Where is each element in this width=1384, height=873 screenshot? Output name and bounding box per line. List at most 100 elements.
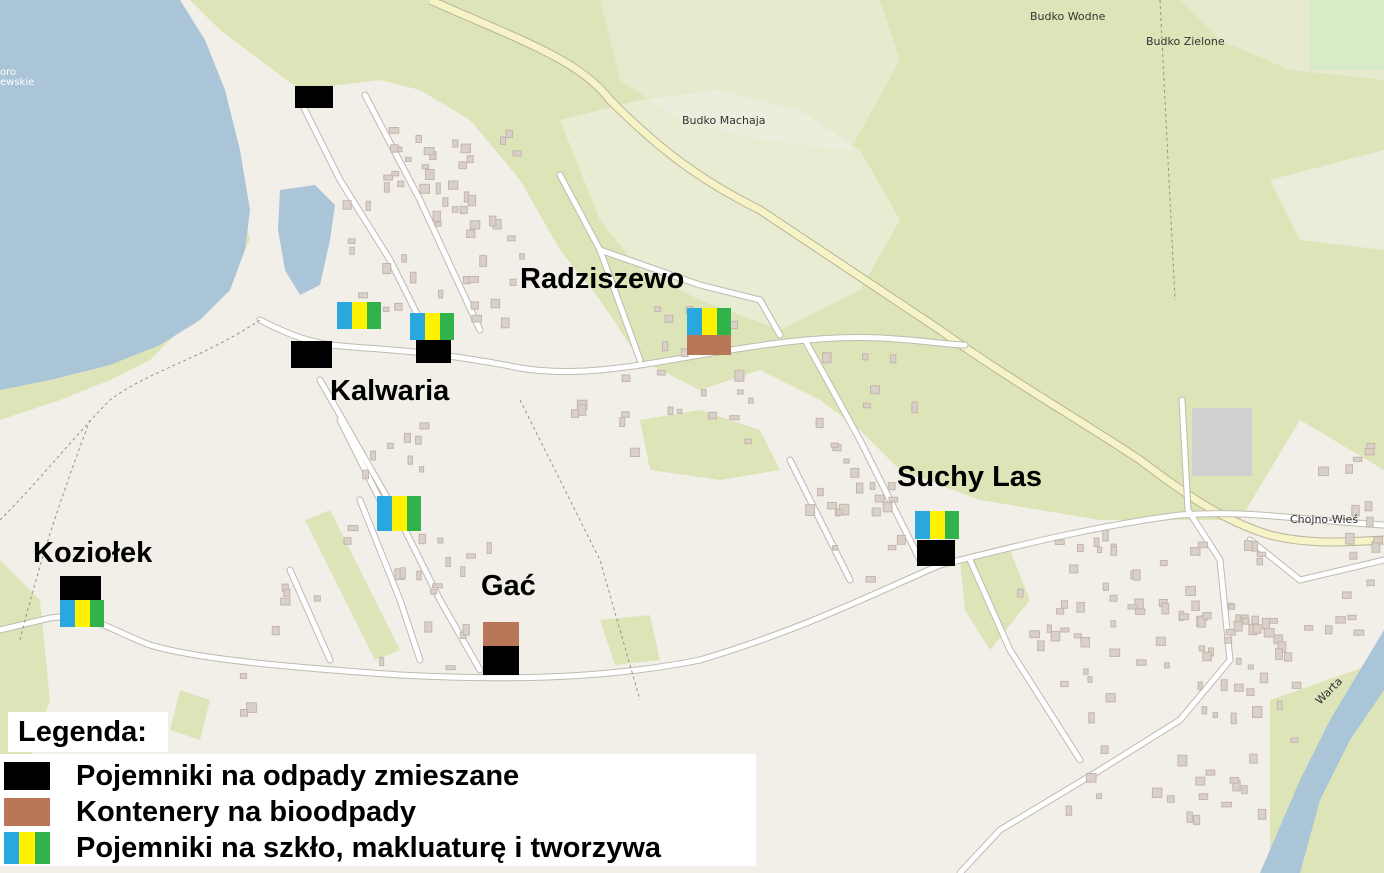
building: [459, 205, 468, 214]
building: [471, 314, 482, 323]
legend-item-label: Pojemniki na szkło, makluaturę i tworzyw…: [76, 832, 662, 864]
building: [1229, 777, 1240, 784]
building: [458, 161, 467, 170]
building: [358, 292, 369, 299]
map-label-budko-zielone: Budko Zielone: [1146, 35, 1225, 48]
building: [432, 583, 443, 589]
building: [462, 623, 470, 636]
building: [438, 289, 444, 299]
building: [1151, 787, 1163, 798]
building: [1205, 769, 1216, 776]
building: [865, 576, 876, 583]
building: [343, 537, 352, 545]
building: [409, 271, 417, 284]
building: [621, 411, 630, 418]
building: [1093, 537, 1100, 547]
building: [349, 246, 355, 255]
building: [1105, 693, 1116, 703]
building: [1186, 811, 1193, 823]
building: [283, 588, 291, 597]
building: [700, 389, 707, 397]
building: [1029, 630, 1041, 639]
building: [1155, 636, 1166, 646]
building: [1177, 754, 1188, 767]
building: [1241, 785, 1248, 795]
building: [1197, 681, 1203, 691]
bio-container-icon: [4, 798, 50, 826]
building: [1159, 560, 1168, 567]
building: [1252, 706, 1263, 718]
building: [489, 215, 497, 227]
building: [486, 542, 492, 554]
place-label-kalwaria: Kalwaria: [330, 375, 450, 407]
building: [619, 417, 626, 428]
building: [382, 263, 392, 275]
building: [1221, 801, 1233, 808]
building: [382, 306, 390, 312]
building: [1017, 588, 1024, 598]
building: [509, 278, 517, 287]
building: [871, 507, 881, 517]
building: [1349, 551, 1358, 560]
building: [467, 194, 477, 207]
building: [1202, 612, 1212, 620]
building: [342, 200, 352, 210]
building: [887, 545, 897, 551]
building: [424, 621, 433, 633]
building: [1198, 645, 1206, 652]
building: [1335, 616, 1346, 624]
building: [460, 143, 472, 154]
building: [836, 509, 843, 516]
building: [1056, 608, 1065, 615]
building: [246, 702, 257, 713]
building: [1080, 637, 1091, 648]
legend-item: Kontenery na bioodpady: [0, 794, 756, 830]
building: [1054, 539, 1065, 545]
building: [1046, 624, 1052, 633]
building: [418, 533, 427, 545]
segregated-bin-icon: [4, 832, 50, 864]
legend-item-label: Pojemniki na odpady zmieszane: [76, 760, 520, 792]
building: [1161, 602, 1170, 615]
building: [708, 411, 717, 420]
building: [911, 401, 918, 414]
building: [1234, 683, 1244, 692]
building: [737, 389, 744, 395]
building: [729, 415, 740, 421]
building: [1233, 621, 1243, 632]
building: [1102, 529, 1109, 542]
building: [479, 255, 488, 267]
building: [1342, 591, 1352, 599]
building: [1201, 706, 1208, 715]
building: [1261, 617, 1270, 630]
building: [365, 200, 371, 211]
building: [874, 494, 885, 503]
building: [419, 422, 430, 430]
building: [466, 553, 476, 559]
building: [460, 566, 466, 578]
segregated-marker: [410, 313, 454, 340]
building: [1230, 712, 1237, 725]
building: [1037, 640, 1045, 652]
building: [1190, 547, 1201, 556]
building: [1366, 579, 1375, 587]
mixed-waste-bin-icon: [4, 762, 50, 790]
building: [419, 183, 430, 194]
mixed-waste-marker: [60, 576, 101, 600]
building: [888, 496, 899, 503]
legend-item: Pojemniki na szkło, makluaturę i tworzyw…: [0, 830, 756, 866]
building: [1060, 627, 1070, 633]
building: [1263, 628, 1275, 638]
building: [734, 369, 745, 382]
building: [676, 408, 683, 414]
building: [407, 455, 413, 465]
building: [397, 180, 405, 188]
building: [1136, 659, 1147, 666]
building: [1127, 604, 1138, 610]
building: [1132, 569, 1141, 581]
building: [1251, 541, 1259, 552]
building: [1249, 753, 1258, 764]
legend-item: Pojemniki na odpady zmieszane: [0, 758, 756, 794]
building: [1345, 532, 1355, 545]
mixed-waste-marker: [483, 646, 519, 675]
